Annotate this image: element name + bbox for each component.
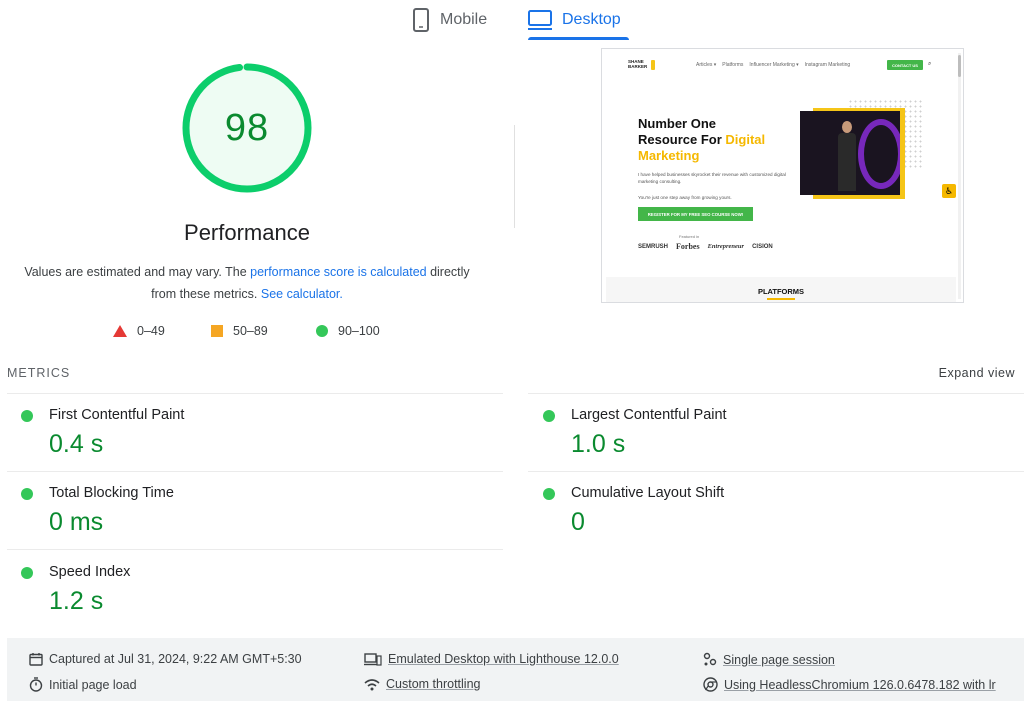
thumb-scrollbar <box>958 53 961 299</box>
metric-label: Largest Contentful Paint <box>571 407 727 423</box>
monitor-icon <box>528 10 552 30</box>
browser-info-link[interactable]: Using HeadlessChromium 126.0.6478.182 wi… <box>724 678 996 692</box>
thumb-hero-text: I have helped businesses skyrocket their… <box>638 172 786 184</box>
calendar-icon <box>29 652 43 666</box>
metric-label: Total Blocking Time <box>49 485 174 501</box>
emulated-device-link[interactable]: Emulated Desktop with Lighthouse 12.0.0 <box>388 652 619 666</box>
performance-gauge: 98 <box>180 61 314 195</box>
performance-description: Values are estimated and may vary. The p… <box>20 261 474 305</box>
device-tabs: Mobile Desktop <box>0 0 1024 40</box>
custom-throttling-link[interactable]: Custom throttling <box>386 677 480 691</box>
tab-mobile[interactable]: Mobile <box>412 0 487 40</box>
thumb-scrollbar-thumb <box>958 55 961 77</box>
triangle-icon <box>113 325 127 337</box>
devices-icon <box>364 652 382 666</box>
performance-score: 98 <box>224 106 270 149</box>
thumb-contact-button: CONTACT US <box>887 60 923 70</box>
thumb-site-nav: SHANE BARKER Articles ▾ Platforms Influe… <box>602 57 957 75</box>
legend-fail-label: 0–49 <box>137 324 165 338</box>
hero-photo <box>800 111 900 195</box>
expand-view-button[interactable]: Expand view <box>939 366 1015 380</box>
legend-average: 50–89 <box>211 324 268 338</box>
pass-circle-icon <box>21 488 33 500</box>
legend-pass: 90–100 <box>316 324 380 338</box>
legend-fail: 0–49 <box>113 324 165 338</box>
tab-desktop-label: Desktop <box>562 11 621 28</box>
single-page-session[interactable]: Single page session <box>703 652 835 667</box>
legend-average-label: 50–89 <box>233 324 268 338</box>
custom-throttling[interactable]: Custom throttling <box>364 677 480 691</box>
score-legend: 0–49 50–89 90–100 <box>0 324 500 342</box>
metric-label: First Contentful Paint <box>49 407 185 423</box>
person-pin-icon <box>703 652 717 667</box>
vertical-divider <box>514 125 515 228</box>
initial-page-load: Initial page load <box>29 677 137 692</box>
pass-circle-icon <box>21 410 33 422</box>
metric-label: Speed Index <box>49 564 131 580</box>
thumb-platforms-underline <box>767 298 795 300</box>
timer-icon <box>29 677 43 692</box>
metrics-header: METRICS <box>7 366 71 380</box>
captured-at: Captured at Jul 31, 2024, 9:22 AM GMT+5:… <box>29 652 302 666</box>
wifi-icon <box>364 678 380 691</box>
square-icon <box>211 325 223 337</box>
final-screenshot[interactable]: SHANE BARKER Articles ▾ Platforms Influe… <box>601 48 964 303</box>
see-calculator-link[interactable]: See calculator. <box>261 287 343 301</box>
metric-value: 0 <box>571 508 585 536</box>
tab-selected-indicator <box>528 37 629 40</box>
tab-desktop[interactable]: Desktop <box>528 0 629 40</box>
thumb-featured: Featured in <box>679 234 700 239</box>
desc-text-1: Values are estimated and may vary. The <box>24 265 251 279</box>
divider <box>7 549 503 550</box>
pass-circle-icon <box>21 567 33 579</box>
browser-info[interactable]: Using HeadlessChromium 126.0.6478.182 wi… <box>703 677 996 692</box>
accessibility-icon: ♿ <box>942 184 956 198</box>
chrome-icon <box>703 677 718 692</box>
thumb-hero-text-2: You're just one step away from growing y… <box>638 195 732 200</box>
captured-at-text: Captured at Jul 31, 2024, 9:22 AM GMT+5:… <box>49 652 302 666</box>
thumb-hero-title: Number One Resource For Digital Marketin… <box>638 116 766 163</box>
metric-value: 1.0 s <box>571 430 626 458</box>
performance-title: Performance <box>184 220 310 245</box>
divider <box>7 471 503 472</box>
thumb-hero-button: REGISTER FOR MY FREE SEO COURSE NOW! <box>638 207 753 221</box>
metric-value: 1.2 s <box>49 587 104 615</box>
legend-pass-label: 90–100 <box>338 324 380 338</box>
metric-value: 0.4 s <box>49 430 104 458</box>
pass-circle-icon <box>543 410 555 422</box>
circle-icon <box>316 325 328 337</box>
thumb-brands: SEMRUSH Forbes Entrepreneur CISION <box>638 242 773 251</box>
tab-mobile-label: Mobile <box>440 11 488 28</box>
divider <box>528 393 1024 394</box>
initial-page-load-text: Initial page load <box>49 677 137 692</box>
divider <box>7 393 503 394</box>
site-logo: SHANE BARKER <box>628 59 655 73</box>
metric-value: 0 ms <box>49 508 104 536</box>
thumb-platforms-heading: PLATFORMS <box>757 287 805 296</box>
single-page-session-link[interactable]: Single page session <box>723 653 835 667</box>
runtime-settings-footer: Captured at Jul 31, 2024, 9:22 AM GMT+5:… <box>7 638 1024 701</box>
performance-score-link[interactable]: performance score is calculated <box>250 265 426 279</box>
phone-icon <box>412 8 430 32</box>
pass-circle-icon <box>543 488 555 500</box>
search-icon: ⌕ <box>928 61 932 67</box>
thumb-nav-links: Articles ▾ Platforms Influencer Marketin… <box>696 62 851 68</box>
metric-label: Cumulative Layout Shift <box>571 485 725 501</box>
emulated-device[interactable]: Emulated Desktop with Lighthouse 12.0.0 <box>364 652 619 666</box>
divider <box>528 471 1024 472</box>
